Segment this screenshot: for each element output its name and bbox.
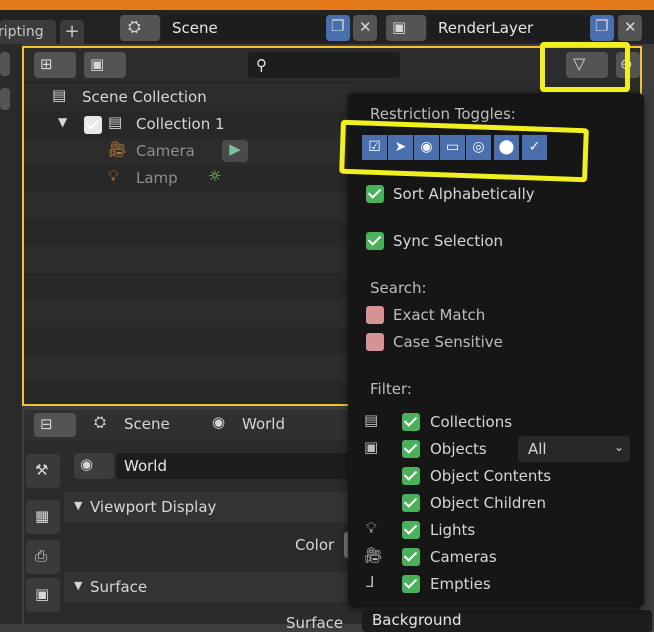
camera-icon: 🎥︎ [108,140,128,158]
filter-objects-checkbox[interactable] [402,440,420,458]
tool-icon: ⚒ [35,461,49,479]
exact-match-label: Exact Match [393,306,486,324]
filter-object-children-label: Object Children [430,494,547,512]
camera-label: Camera [136,142,195,160]
render-layer-type-button[interactable]: ▣ [386,15,426,41]
case-sensitive-label: Case Sensitive [393,333,503,351]
search-input[interactable]: ⚲ [248,52,400,78]
tab-scripting[interactable]: ripting [0,20,56,44]
tab-render[interactable]: ▦ [26,500,60,534]
filter-cameras-label: Cameras [430,548,497,566]
lamp-icon: 💡︎ [108,167,119,185]
highlight-restriction-toggles [339,119,589,183]
empty-icon: ⅃ [366,573,375,591]
collection-checkbox[interactable] [84,116,102,134]
surface-dropdown[interactable]: Background [362,610,652,632]
collection-icon: ▤ [108,113,123,131]
editor-type-button[interactable]: ⊟ [34,413,76,437]
properties-icon: ⊟ [40,415,53,433]
add-workspace-button[interactable]: + [60,20,84,44]
light-data-icon[interactable]: ☼ [208,167,221,185]
filter-cameras-checkbox[interactable] [402,548,420,566]
image-icon: ▣ [90,55,105,73]
world-browse-button[interactable]: ◉ [74,453,114,479]
objects-filter-value: All [528,440,547,458]
left-editor-button[interactable] [0,88,10,110]
camera-icon: 🎥︎ [364,546,384,564]
tab-output[interactable]: ⎙ [26,540,60,574]
scene-icon: ⛭ [128,17,141,36]
scene-type-button[interactable]: ⛭ [120,15,160,41]
filter-title: Filter: [370,380,412,398]
collection-icon: ▤ [364,411,379,429]
left-editor-button[interactable] [0,52,10,76]
camera-data-icon[interactable]: ▶ [222,140,248,162]
filter-lights-label: Lights [430,521,476,539]
light-icon: 💡︎ [366,519,377,537]
new-scene-button[interactable]: ❐ [326,15,350,41]
breadcrumb-scene: Scene [124,415,170,433]
render-icon: ▦ [35,507,50,525]
exact-match-checkbox[interactable] [366,306,384,324]
sync-selection-label: Sync Selection [393,232,504,250]
filter-object-children-checkbox[interactable] [402,494,420,512]
tab-tool[interactable]: ⚒ [26,454,60,488]
surface-section-label: Surface [90,578,148,596]
collapse-icon: ▼ [74,499,83,512]
color-label: Color [295,536,335,554]
highlight-filter-button [540,42,630,92]
case-sensitive-checkbox[interactable] [366,333,384,351]
sort-alphabetically-checkbox[interactable] [366,185,384,203]
copy-icon: ❐ [331,17,345,35]
viewport-display-header[interactable]: ▼ Viewport Display [64,492,348,522]
collection-icon: ▤ [52,86,67,104]
chevron-down-icon: ⌄ [614,440,625,454]
outliner-icon: ⊞ [40,55,53,73]
collection-label: Collection 1 [136,115,225,133]
surface-section-header[interactable]: ▼ Surface [64,572,348,602]
world-field[interactable]: World [116,453,356,479]
lamp-label: Lamp [136,169,178,187]
scene-field[interactable]: Scene [162,15,334,41]
accent-stripe [0,0,654,10]
filter-empties-checkbox[interactable] [402,575,420,593]
objects-filter-dropdown[interactable]: All ⌄ [518,436,630,462]
close-icon: ✕ [359,18,372,36]
filter-empties-label: Empties [430,575,491,593]
sort-alphabetically-label: Sort Alphabetically [393,185,535,203]
output-icon: ⎙ [35,547,48,565]
filter-collections-checkbox[interactable] [402,413,420,431]
scene-icon: ⛭ [94,413,107,431]
new-render-layer-button[interactable]: ❐ [590,15,614,41]
delete-scene-button[interactable]: ✕ [353,15,377,41]
collapse-icon: ▼ [74,579,83,592]
left-editor-strip [0,44,22,624]
filter-objects-label: Objects [430,440,487,458]
image-icon: ▣ [392,18,407,36]
viewport-display-label: Viewport Display [90,498,217,516]
breadcrumb-world: World [242,415,285,433]
expand-icon[interactable]: ▼ [58,115,67,129]
search-icon: ⚲ [256,56,267,74]
close-icon: ✕ [624,18,637,36]
surface-label: Surface [286,614,344,632]
view-layer-icon: ▣ [35,585,50,603]
copy-icon: ❐ [595,17,609,35]
filter-object-contents-label: Object Contents [430,467,552,485]
restriction-toggles-title: Restriction Toggles: [370,105,516,123]
filter-object-contents-checkbox[interactable] [402,467,420,485]
view-layer-button[interactable]: ▣ [84,52,126,78]
object-icon: ▣ [364,438,379,456]
scene-collection-label: Scene Collection [82,88,207,106]
render-layer-field[interactable]: RenderLayer [428,15,590,41]
world-icon: ◉ [80,455,94,473]
world-icon: ◉ [212,413,226,431]
delete-render-layer-button[interactable]: ✕ [618,15,642,41]
filter-lights-checkbox[interactable] [402,521,420,539]
search-title: Search: [370,279,427,297]
filter-collections-label: Collections [430,413,513,431]
tab-view-layer[interactable]: ▣ [26,578,60,612]
sync-selection-checkbox[interactable] [366,232,384,250]
display-mode-button[interactable]: ⊞ [34,52,76,78]
